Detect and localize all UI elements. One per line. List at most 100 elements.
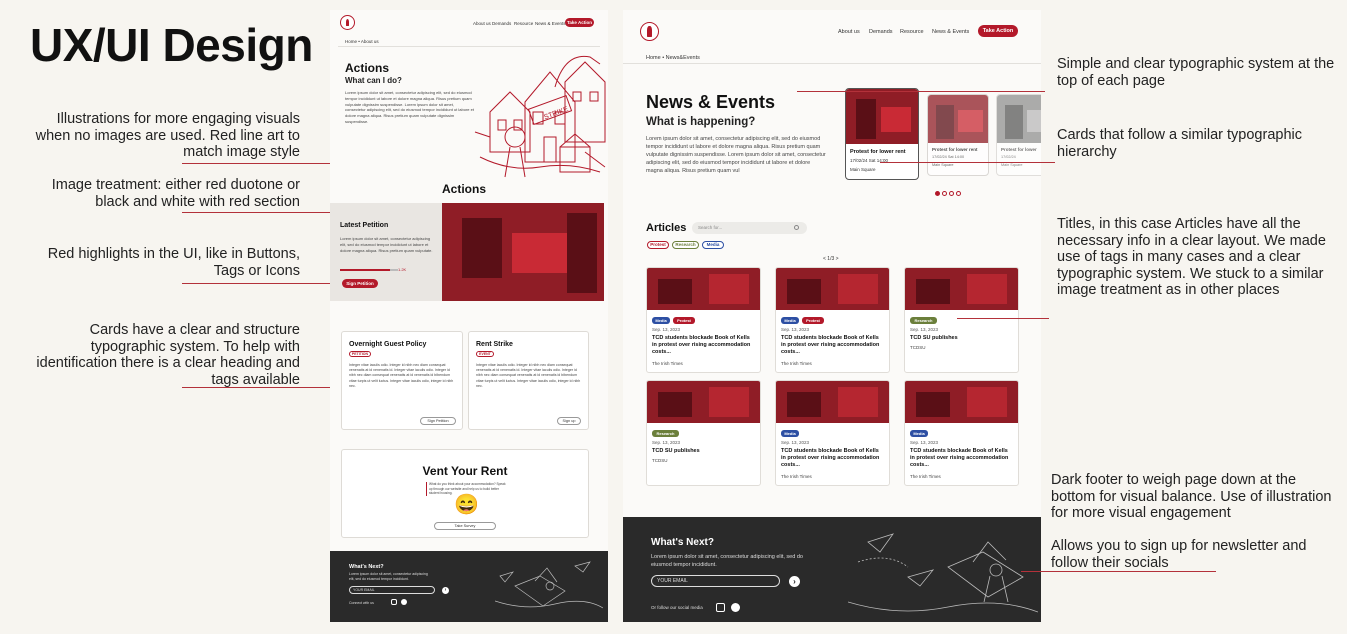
card-overnight-guest[interactable]: Overnight Guest Policy PETITION Integer … bbox=[341, 331, 463, 430]
instagram-icon[interactable] bbox=[716, 603, 725, 612]
tag-media[interactable]: Media bbox=[910, 430, 928, 437]
article-title: TCD SU publishes bbox=[910, 335, 958, 341]
actions-title: Actions bbox=[345, 61, 390, 75]
event-date: 17/02/24 bbox=[1001, 155, 1016, 159]
annotation-line bbox=[880, 162, 1055, 163]
whatsapp-icon[interactable] bbox=[731, 603, 740, 612]
petition-heading: Latest Petition bbox=[340, 222, 389, 229]
submit-arrow-icon[interactable]: › bbox=[442, 587, 449, 594]
event-location: Main Square bbox=[932, 163, 954, 167]
sign-petition-button[interactable]: Sign Petition bbox=[342, 279, 378, 288]
tag-protest[interactable]: Protest bbox=[673, 317, 695, 324]
filter-research[interactable]: Research bbox=[672, 241, 699, 249]
event-card[interactable]: Protest for lower rent 17/02/24 Sat 14:0… bbox=[845, 88, 919, 180]
card-text: Integer vitae iaculis odio. Integer id n… bbox=[476, 363, 581, 388]
articles-title: Articles bbox=[646, 222, 687, 234]
article-source: The Irish Times bbox=[910, 474, 941, 479]
article-title: TCD students blockade Book of Kells in p… bbox=[652, 335, 751, 356]
nav-resource[interactable]: Resource bbox=[514, 21, 533, 26]
card-title: Overnight Guest Policy bbox=[349, 341, 427, 348]
footer-email-input[interactable]: YOUR EMAIL bbox=[651, 575, 780, 587]
event-card[interactable]: Protest for lower 17/02/24 Main Square bbox=[996, 94, 1041, 176]
annotation-footer-newsletter: Allows you to sign up for newsletter and… bbox=[1051, 538, 1307, 571]
article-card[interactable]: Media Protest Sep. 13, 2023 TCD students… bbox=[646, 267, 761, 373]
annotation-illustrations: Illustrations for more engaging visuals … bbox=[35, 111, 300, 160]
footer-illustration bbox=[495, 561, 603, 609]
card-sign-petition-button[interactable]: Sign Petition bbox=[420, 417, 456, 425]
logo-icon[interactable] bbox=[640, 22, 659, 41]
petition-count: 1.2K bbox=[398, 267, 407, 272]
nav-about[interactable]: About us bbox=[838, 29, 860, 35]
submit-arrow-icon[interactable]: › bbox=[789, 576, 800, 587]
event-date: 17/02/24 Sat 14:00 bbox=[932, 155, 965, 159]
tag-petition[interactable]: PETITION bbox=[349, 351, 371, 357]
news-subtitle: What is happening? bbox=[646, 116, 756, 128]
footer-title: What's Next? bbox=[349, 564, 384, 570]
article-card[interactable]: Research Sep. 13, 2023 TCD SU publishes … bbox=[904, 267, 1019, 373]
page-title: UX/UI Design bbox=[30, 19, 313, 71]
petition-progress bbox=[340, 269, 390, 271]
annotation-titles: Titles, in this case Articles have all t… bbox=[1057, 216, 1326, 298]
breadcrumb[interactable]: Home • News&Events bbox=[646, 55, 700, 61]
footer-email-input[interactable]: YOUR EMAIL bbox=[349, 586, 435, 594]
tag-media[interactable]: Media bbox=[781, 317, 799, 324]
annotation-red-highlights: Red highlights in the UI, like in Button… bbox=[47, 246, 300, 279]
whatsapp-icon[interactable] bbox=[401, 599, 407, 605]
smile-emoji-icon[interactable]: 😄 bbox=[454, 493, 479, 517]
card-rent-strike[interactable]: Rent Strike EVENT Integer vitae iaculis … bbox=[468, 331, 589, 430]
actions-section-title: Actions bbox=[442, 182, 487, 196]
filter-media[interactable]: Media bbox=[702, 241, 724, 249]
article-date: Sep. 13, 2023 bbox=[652, 440, 681, 445]
actions-intro-text: Lorem ipsum dolor sit amet, consectetur … bbox=[345, 90, 474, 124]
footer-text: Lorem ipsum dolor sit amet, consectetur … bbox=[349, 572, 428, 582]
carousel-dot[interactable] bbox=[956, 191, 961, 196]
tag-event[interactable]: EVENT bbox=[476, 351, 494, 357]
footer-illustration bbox=[848, 533, 1038, 613]
search-icon[interactable] bbox=[794, 225, 799, 230]
nav-resource[interactable]: Resource bbox=[900, 29, 924, 35]
pagination[interactable]: < 1/3 > bbox=[823, 256, 839, 262]
article-card[interactable]: Media Sep. 13, 2023 TCD students blockad… bbox=[904, 380, 1019, 486]
carousel-dot[interactable] bbox=[949, 191, 954, 196]
footer-text: Lorem ipsum dolor sit amet, consectetur … bbox=[651, 554, 803, 568]
carousel-dot-active[interactable] bbox=[935, 191, 940, 196]
actions-subtitle: What can I do? bbox=[345, 76, 402, 85]
take-action-button[interactable]: Take Action bbox=[978, 25, 1018, 37]
search-input[interactable]: Search for... bbox=[692, 222, 807, 234]
nav-demands[interactable]: Demands bbox=[869, 29, 893, 35]
article-title: TCD students blockade Book of Kells in p… bbox=[781, 448, 880, 469]
logo-icon[interactable] bbox=[340, 15, 355, 30]
breadcrumb[interactable]: Home • About us bbox=[345, 39, 379, 44]
tag-research[interactable]: Research bbox=[910, 317, 937, 324]
article-source: The Irish Times bbox=[781, 474, 812, 479]
news-page-mockup: About us Demands Resource News & Events … bbox=[623, 10, 1041, 622]
news-title: News & Events bbox=[646, 92, 776, 112]
nav-news[interactable]: News & Events bbox=[932, 29, 969, 35]
tag-research[interactable]: Research bbox=[652, 430, 679, 437]
tag-protest[interactable]: Protest bbox=[802, 317, 824, 324]
article-title: TCD SU publishes bbox=[652, 448, 700, 454]
filter-protest[interactable]: Protest bbox=[647, 241, 669, 249]
event-title: Protest for lower rent bbox=[850, 149, 906, 155]
article-card[interactable]: Research Sep. 13, 2023 TCD SU publishes … bbox=[646, 380, 761, 486]
nav-demands[interactable]: Demands bbox=[492, 21, 511, 26]
article-date: Sep. 13, 2023 bbox=[910, 440, 939, 445]
event-location: Main Square bbox=[850, 167, 876, 172]
nav-news[interactable]: News & Events bbox=[535, 21, 566, 26]
tag-media[interactable]: Media bbox=[781, 430, 799, 437]
article-card[interactable]: Media Protest Sep. 13, 2023 TCD students… bbox=[775, 267, 890, 373]
article-card[interactable]: Media Sep. 13, 2023 TCD students blockad… bbox=[775, 380, 890, 486]
article-date: Sep. 13, 2023 bbox=[781, 327, 810, 332]
carousel-dot[interactable] bbox=[942, 191, 947, 196]
footer: What's Next? Lorem ipsum dolor sit amet,… bbox=[623, 517, 1041, 622]
instagram-icon[interactable] bbox=[391, 599, 397, 605]
card-sign-up-button[interactable]: Sign up bbox=[557, 417, 581, 425]
nav-about[interactable]: About us bbox=[473, 21, 491, 26]
event-card[interactable]: Protest for lower rent 17/02/24 Sat 14:0… bbox=[927, 94, 989, 176]
tag-media[interactable]: Media bbox=[652, 317, 670, 324]
take-survey-button[interactable]: Take Survey bbox=[434, 522, 496, 530]
houses-illustration: STRIKE bbox=[474, 55, 606, 178]
take-action-button[interactable]: Take Action bbox=[565, 18, 594, 27]
annotation-line bbox=[1021, 571, 1216, 572]
article-title: TCD students blockade Book of Kells in p… bbox=[781, 335, 880, 356]
